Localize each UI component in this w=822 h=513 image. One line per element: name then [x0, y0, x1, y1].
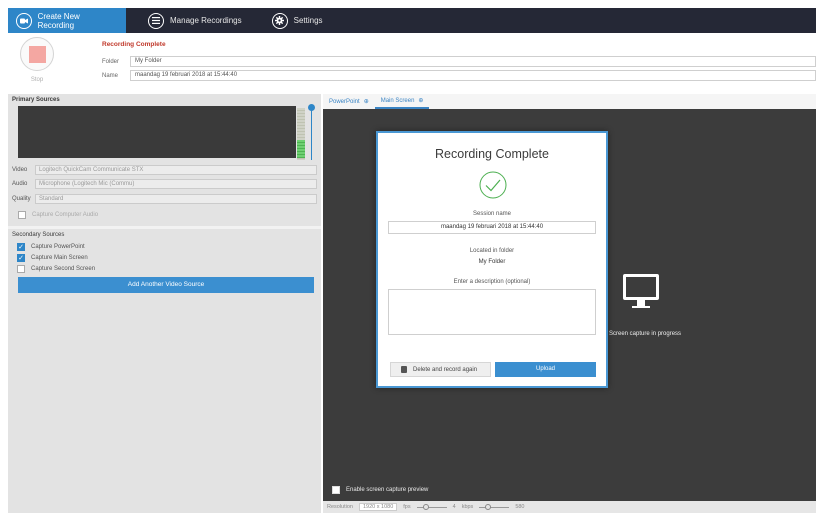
status-bar: Resolution 1920 x 1080 fps 4 kbps 580: [323, 501, 816, 513]
gear-icon: [271, 12, 288, 29]
video-label: Video: [12, 167, 28, 173]
monitor-icon: [623, 274, 659, 300]
tab-main-screen[interactable]: Main Screen ⊕: [374, 94, 430, 109]
check-circle-icon: [479, 171, 507, 199]
enable-preview-checkbox[interactable]: [332, 486, 340, 494]
tab-powerpoint[interactable]: PowerPoint ⊕: [323, 94, 375, 109]
volume-slider-track[interactable]: [311, 110, 312, 160]
folder-row: Folder My Folder: [102, 56, 816, 67]
name-row: Name maandag 19 februari 2018 at 15:44:4…: [102, 70, 816, 81]
video-select[interactable]: Logitech QuickCam Communicate STX: [35, 165, 317, 175]
session-name-label: Session name: [472, 211, 512, 217]
secondary-source-label: Capture Second Screen: [31, 266, 96, 272]
preview-tabs: PowerPoint ⊕ Main Screen ⊕: [323, 94, 816, 109]
folder-label: Folder: [102, 58, 120, 65]
screen-capture-status: Screen capture in progress: [609, 331, 682, 337]
camera-icon: [16, 12, 32, 29]
audio-label: Audio: [12, 181, 28, 187]
tab-label: Create New Recording: [37, 11, 80, 30]
top-nav: Create New Recording Manage Recordings S…: [8, 8, 816, 33]
tab-label: PowerPoint: [329, 98, 360, 105]
fps-label: fps: [403, 504, 411, 510]
description-label: Enter a description (optional): [453, 279, 531, 285]
enable-preview-label: Enable screen capture preview: [346, 487, 429, 493]
add-icon[interactable]: ⊕: [364, 98, 369, 105]
capture-main-screen-checkbox[interactable]: ✓: [17, 254, 25, 262]
kbps-label: kbps: [461, 504, 474, 510]
primary-sources-heading: Primary Sources: [12, 97, 60, 103]
upload-button[interactable]: Upload: [495, 362, 596, 377]
stop-control: Stop: [20, 37, 54, 83]
volume-slider-handle[interactable]: [308, 104, 315, 111]
folder-field[interactable]: My Folder: [130, 56, 816, 67]
recording-header: Stop Recording Complete Folder My Folder…: [8, 33, 816, 91]
secondary-sources-heading: Secondary Sources: [12, 232, 65, 238]
fps-value: 4: [452, 504, 456, 510]
stop-icon: [28, 45, 46, 63]
quality-label: Quality: [12, 196, 31, 202]
sources-panel: Primary Sources Video Logitech QuickCam …: [8, 94, 321, 513]
stop-label: Stop: [30, 77, 44, 83]
kbps-slider[interactable]: [479, 503, 510, 510]
capture-second-screen-checkbox[interactable]: [17, 265, 25, 273]
audio-select[interactable]: Microphone (Logitech Mic (Commu): [35, 179, 317, 189]
tab-create-new-recording[interactable]: Create New Recording: [8, 8, 126, 33]
capture-audio-checkbox[interactable]: [18, 211, 26, 219]
secondary-source-label: Capture PowerPoint: [31, 244, 85, 250]
quality-select[interactable]: Standard: [35, 194, 317, 204]
secondary-source-label: Capture Main Screen: [31, 255, 88, 261]
description-textarea[interactable]: [388, 289, 596, 335]
tab-settings[interactable]: Settings: [264, 8, 333, 33]
name-label: Name: [102, 72, 119, 79]
kbps-slider-handle[interactable]: [485, 503, 492, 510]
resolution-label: Resolution: [327, 504, 353, 510]
secondary-source-item: ✓ Capture PowerPoint: [17, 243, 85, 251]
dialog-title: Recording Complete: [435, 147, 549, 161]
fps-slider[interactable]: [416, 503, 447, 510]
fps-slider-handle[interactable]: [422, 503, 429, 510]
capture-powerpoint-checkbox[interactable]: ✓: [17, 243, 25, 251]
name-field[interactable]: maandag 19 februari 2018 at 15:44:40: [130, 70, 816, 81]
list-icon: [148, 12, 164, 29]
section-divider: [8, 226, 321, 229]
delete-button-label: Delete and record again: [413, 366, 478, 373]
secondary-source-item: Capture Second Screen: [17, 265, 95, 273]
capture-audio-row: Capture Computer Audio: [18, 211, 98, 219]
recording-status-title: Recording Complete: [102, 41, 166, 48]
folder-name: My Folder: [478, 259, 506, 265]
video-row: Video Logitech QuickCam Communicate STX: [12, 165, 317, 175]
kbps-value: 580: [515, 504, 525, 510]
tab-label: Main Screen: [380, 97, 415, 104]
session-name-field[interactable]: maandag 19 februari 2018 at 15:44:40: [388, 221, 596, 234]
monitor-base: [632, 306, 650, 308]
quality-row: Quality Standard: [12, 194, 317, 204]
add-video-source-button[interactable]: Add Another Video Source: [18, 277, 314, 293]
tab-label: Manage Recordings: [170, 16, 242, 25]
audio-level-fill: [297, 140, 305, 158]
add-icon[interactable]: ⊕: [418, 97, 423, 104]
tab-manage-recordings[interactable]: Manage Recordings: [140, 8, 252, 33]
tab-label: Settings: [293, 16, 323, 25]
resolution-select[interactable]: 1920 x 1080: [359, 503, 398, 511]
trash-icon: [401, 366, 407, 373]
delete-and-record-again-button[interactable]: Delete and record again: [390, 362, 491, 377]
located-in-folder-label: Located in folder: [469, 248, 515, 254]
capture-audio-label: Capture Computer Audio: [32, 212, 99, 218]
stop-button[interactable]: [20, 37, 54, 71]
webcam-preview: [18, 106, 296, 158]
secondary-source-item: ✓ Capture Main Screen: [17, 254, 88, 262]
enable-preview-row: Enable screen capture preview: [332, 486, 428, 494]
audio-row: Audio Microphone (Logitech Mic (Commu): [12, 179, 317, 189]
recording-complete-dialog: Recording Complete Session name maandag …: [376, 131, 608, 388]
